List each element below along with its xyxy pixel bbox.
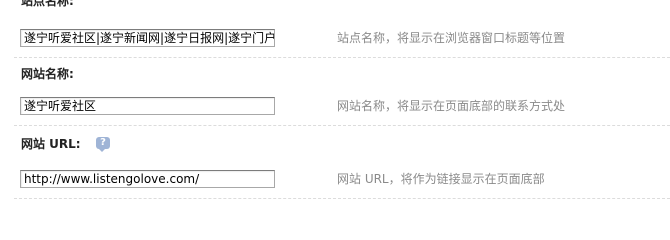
row-divider: [14, 198, 670, 199]
website-url-hint: 网站 URL，将作为链接显示在页面底部: [337, 172, 545, 186]
website-name-hint: 网站名称，将显示在页面底部的联系方式处: [337, 99, 566, 113]
website-url-label: 网站 URL:: [21, 137, 81, 151]
help-icon[interactable]: ?: [96, 137, 110, 152]
site-name-hint: 站点名称，将显示在浏览器窗口标题等位置: [337, 31, 566, 45]
website-name-input[interactable]: 遂宁听爱社区: [20, 97, 275, 115]
site-name-input[interactable]: 遂宁听爱社区|遂宁新闻网|遂宁日报网|遂宁门户: [20, 29, 275, 47]
website-name-label: 网站名称:: [21, 67, 74, 81]
website-url-input[interactable]: http://www.listengolove.com/: [20, 170, 275, 188]
row-divider: [14, 57, 670, 58]
row-divider: [14, 125, 670, 126]
site-name-label: 站点名称:: [21, 0, 74, 8]
